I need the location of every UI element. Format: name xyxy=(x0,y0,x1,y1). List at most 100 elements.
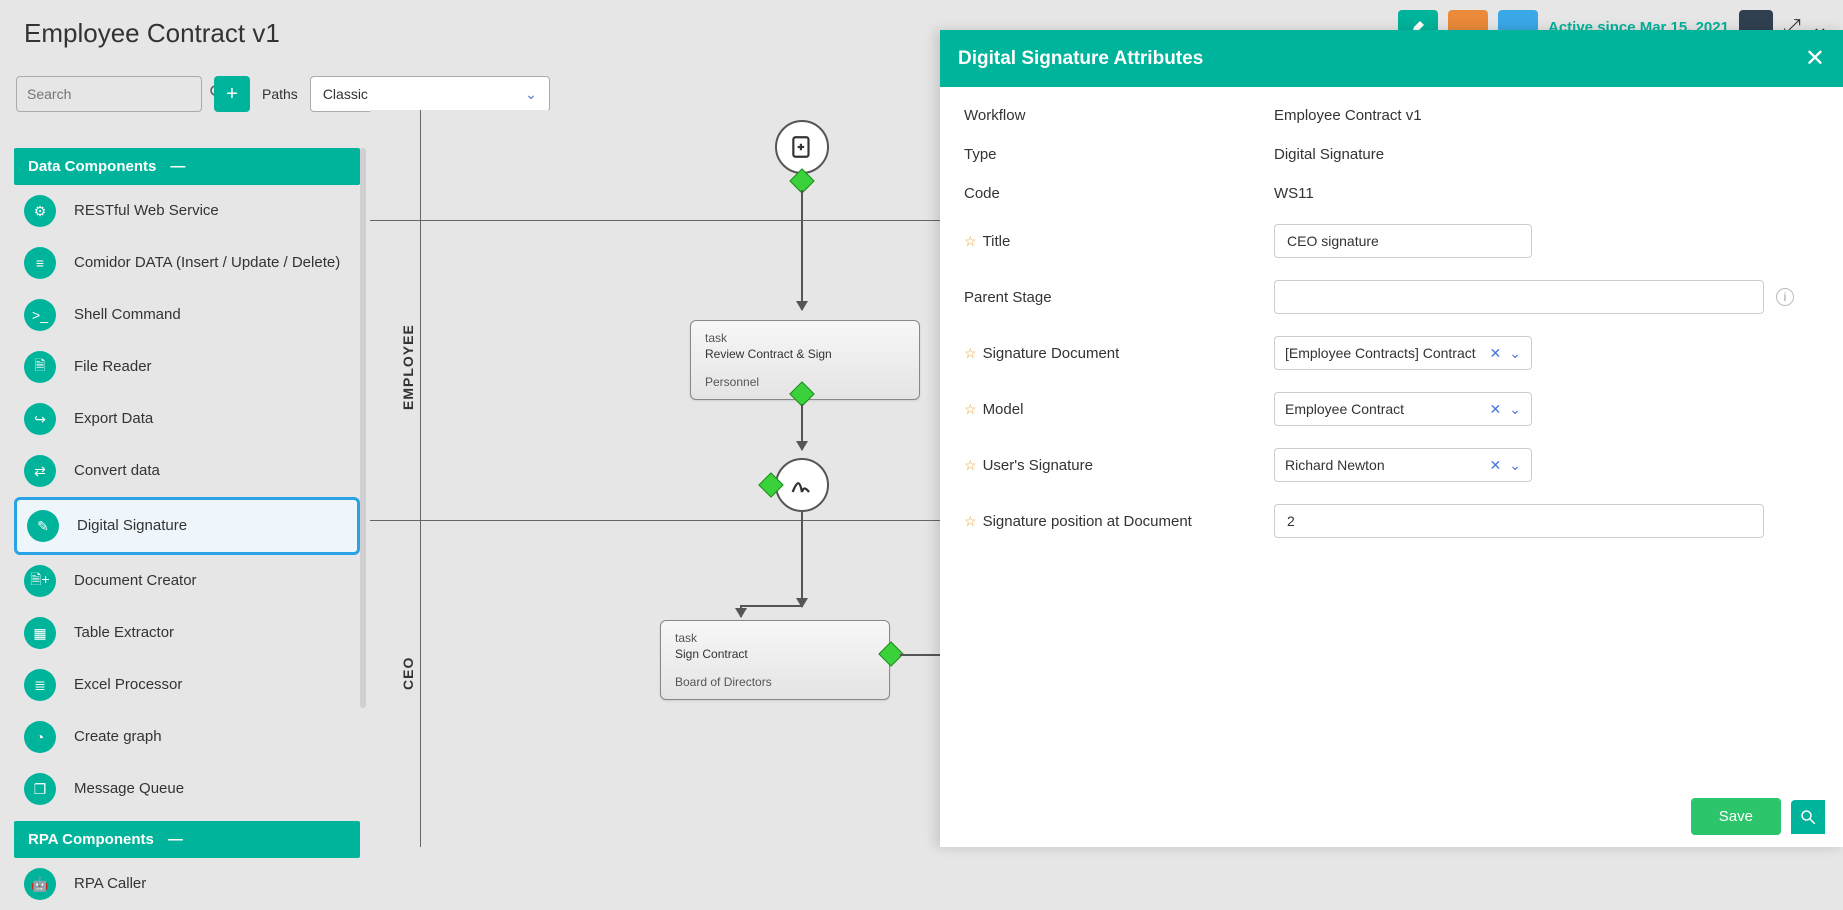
add-button[interactable]: + xyxy=(214,76,250,112)
label-model: ☆Model xyxy=(964,401,1274,418)
chevron-down-icon: ⌄ xyxy=(1509,401,1521,418)
search-icon xyxy=(1799,808,1817,826)
gears-icon: ⚙ xyxy=(24,195,56,227)
task-title: Sign Contract xyxy=(675,647,875,661)
sidebar: Data Components — ⚙ RESTful Web Service … xyxy=(14,148,360,910)
page-plus-icon xyxy=(789,134,815,160)
row-workflow: Workflow Employee Contract v1 xyxy=(964,107,1819,124)
required-icon: ☆ xyxy=(964,401,977,418)
component-table-extractor[interactable]: ▦ Table Extractor xyxy=(14,607,360,659)
select-value: Employee Contract xyxy=(1285,401,1404,417)
input-signature-position[interactable] xyxy=(1274,504,1764,538)
search-input[interactable] xyxy=(27,86,208,102)
robot-icon: 🤖 xyxy=(24,868,56,900)
component-excel-processor[interactable]: ≣ Excel Processor xyxy=(14,659,360,711)
task-node-sign[interactable]: task Sign Contract Board of Directors xyxy=(660,620,890,700)
plus-icon: + xyxy=(226,83,238,106)
clear-icon[interactable]: ✕ xyxy=(1490,345,1502,362)
component-label: Shell Command xyxy=(74,305,181,325)
edge xyxy=(801,404,803,450)
row-signature-document: ☆Signature Document [Employee Contracts]… xyxy=(964,336,1819,370)
paths-label: Paths xyxy=(262,86,298,102)
required-icon: ☆ xyxy=(964,345,977,362)
component-label: Export Data xyxy=(74,409,153,429)
component-restful[interactable]: ⚙ RESTful Web Service xyxy=(14,185,360,237)
task-title: Review Contract & Sign xyxy=(705,347,905,361)
value-type: Digital Signature xyxy=(1274,146,1384,163)
component-label: File Reader xyxy=(74,357,152,377)
sidebar-scrollbar[interactable] xyxy=(360,148,366,708)
doc-plus-icon: 🗎+ xyxy=(24,565,56,597)
corner-button[interactable] xyxy=(1791,800,1825,834)
component-label: Create graph xyxy=(74,727,162,747)
start-node[interactable] xyxy=(775,120,829,174)
component-document-creator[interactable]: 🗎+ Document Creator xyxy=(14,555,360,607)
component-shell[interactable]: >_ Shell Command xyxy=(14,289,360,341)
task-type: task xyxy=(705,331,905,345)
list-icon: ≣ xyxy=(24,669,56,701)
info-icon[interactable]: i xyxy=(1776,288,1794,306)
chart-icon: ◔ xyxy=(24,721,56,753)
component-label: Message Queue xyxy=(74,779,184,799)
label-type: Type xyxy=(964,146,1274,163)
page-title: Employee Contract v1 xyxy=(24,18,280,49)
component-convert-data[interactable]: ⇄ Convert data xyxy=(14,445,360,497)
paths-select[interactable]: Classic ⌄ xyxy=(310,76,550,112)
row-title: ☆Title xyxy=(964,224,1819,258)
input-title[interactable] xyxy=(1274,224,1532,258)
component-digital-signature[interactable]: ✎ Digital Signature xyxy=(14,497,360,555)
component-comidor-data[interactable]: ≡ Comidor DATA (Insert / Update / Delete… xyxy=(14,237,360,289)
search-box[interactable] xyxy=(16,76,202,112)
component-export-data[interactable]: ↪ Export Data xyxy=(14,393,360,445)
component-file-reader[interactable]: 🗎 File Reader xyxy=(14,341,360,393)
edge xyxy=(801,512,803,607)
export-icon: ↪ xyxy=(24,403,56,435)
task-role: Board of Directors xyxy=(675,675,875,689)
row-user-signature: ☆User's Signature Richard Newton ✕⌄ xyxy=(964,448,1819,482)
component-label: Table Extractor xyxy=(74,623,174,643)
terminal-icon: >_ xyxy=(24,299,56,331)
required-icon: ☆ xyxy=(964,233,977,250)
paths-select-value: Classic xyxy=(323,86,368,102)
clear-icon[interactable]: ✕ xyxy=(1490,401,1502,418)
component-label: Convert data xyxy=(74,461,160,481)
panel-footer: Save xyxy=(940,786,1843,847)
component-label: Excel Processor xyxy=(74,675,182,695)
required-icon: ☆ xyxy=(964,457,977,474)
database-icon: ≡ xyxy=(24,247,56,279)
input-parent-stage[interactable] xyxy=(1274,280,1764,314)
section-data-body: ⚙ RESTful Web Service ≡ Comidor DATA (In… xyxy=(14,185,360,815)
file-icon: 🗎 xyxy=(24,351,56,383)
section-label: Data Components xyxy=(28,158,156,175)
label-user-signature: ☆User's Signature xyxy=(964,457,1274,474)
select-user-signature[interactable]: Richard Newton ✕⌄ xyxy=(1274,448,1532,482)
component-rpa-caller[interactable]: 🤖 RPA Caller xyxy=(14,858,360,910)
row-model: ☆Model Employee Contract ✕ ⌄ xyxy=(964,392,1819,426)
component-message-queue[interactable]: ❐ Message Queue xyxy=(14,763,360,815)
close-icon[interactable]: ✕ xyxy=(1805,44,1825,73)
task-type: task xyxy=(675,631,875,645)
chevron-down-icon: ⌄ xyxy=(1509,345,1521,362)
component-create-graph[interactable]: ◔ Create graph xyxy=(14,711,360,763)
component-label: Comidor DATA (Insert / Update / Delete) xyxy=(74,253,340,273)
edge xyxy=(740,605,802,607)
chevron-down-icon: ⌄ xyxy=(1509,457,1521,474)
component-label: Document Creator xyxy=(74,571,197,591)
component-label: Digital Signature xyxy=(77,516,187,536)
table-icon: ▦ xyxy=(24,617,56,649)
tools-row: + Paths Classic ⌄ xyxy=(16,76,550,112)
save-button[interactable]: Save xyxy=(1691,798,1781,835)
component-label: RESTful Web Service xyxy=(74,201,219,221)
value-workflow: Employee Contract v1 xyxy=(1274,107,1422,124)
lane-label-employee: EMPLOYEE xyxy=(400,324,416,410)
label-signature-document: ☆Signature Document xyxy=(964,345,1274,362)
select-signature-document[interactable]: [Employee Contracts] Contract ✕ ⌄ xyxy=(1274,336,1532,370)
lane-label-ceo: CEO xyxy=(400,657,416,690)
section-rpa-components[interactable]: RPA Components — xyxy=(14,821,360,858)
section-data-components[interactable]: Data Components — xyxy=(14,148,360,185)
panel-header: Digital Signature Attributes ✕ xyxy=(940,30,1843,87)
select-model[interactable]: Employee Contract ✕ ⌄ xyxy=(1274,392,1532,426)
select-value: [Employee Contracts] Contract xyxy=(1285,345,1476,361)
clear-icon[interactable]: ✕ xyxy=(1490,457,1502,474)
value-code: WS11 xyxy=(1274,185,1314,202)
